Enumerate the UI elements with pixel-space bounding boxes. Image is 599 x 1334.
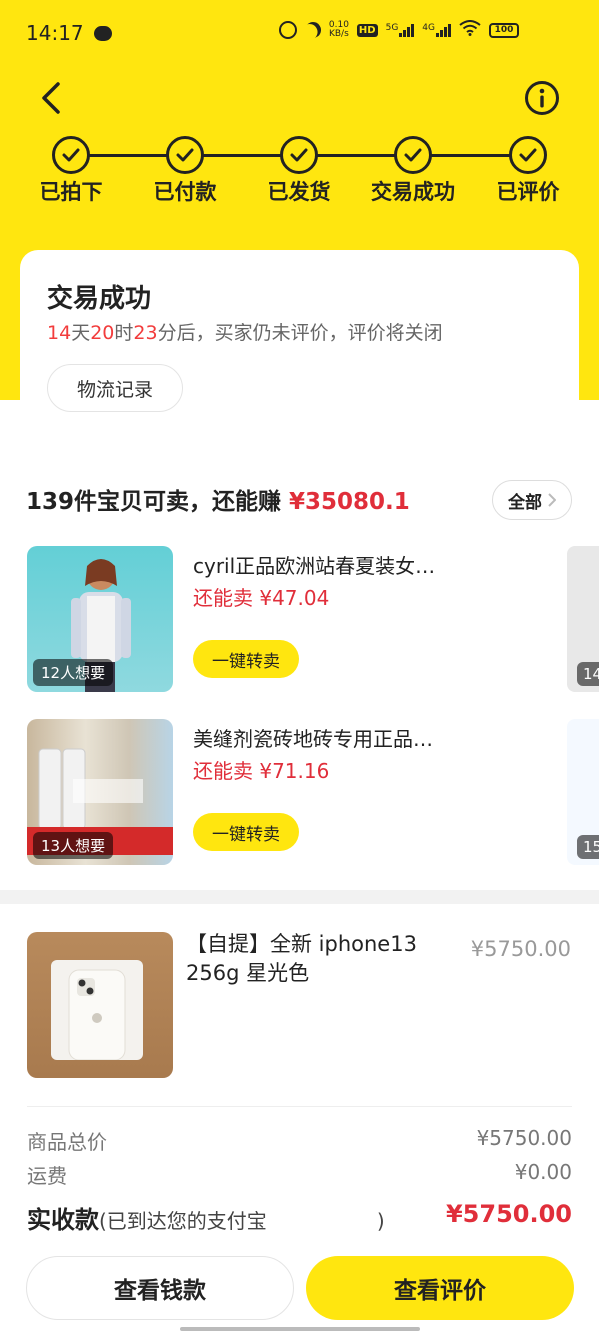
item-resell-price: 还能卖 ¥71.16: [193, 759, 330, 783]
alarm-icon: [278, 21, 297, 39]
product-image[interactable]: 13人想要: [27, 719, 173, 865]
step-label: 交易成功: [371, 180, 455, 204]
info-icon[interactable]: [524, 80, 560, 116]
wifi-icon: [459, 20, 481, 40]
net-speed-value: 0.10 KB/s: [328, 20, 349, 39]
view-money-button[interactable]: 查看钱款: [26, 1256, 294, 1320]
all-button[interactable]: 全部: [492, 480, 572, 520]
step-bid: 已拍下: [16, 136, 126, 206]
resale-title: 139件宝贝可卖，还能赚 ¥35080.1: [26, 482, 410, 516]
product-image[interactable]: 12人想要: [27, 546, 173, 692]
total-note: (已到达您的支付宝: [99, 1209, 267, 1233]
home-indicator[interactable]: [180, 1327, 420, 1331]
back-arrow-icon[interactable]: [34, 78, 74, 118]
step-label: 已发货: [267, 180, 331, 204]
status-icons: 0.10 KB/s HD 5G 4G 100: [278, 19, 519, 41]
countdown-days: 14: [47, 322, 72, 344]
resale-item[interactable]: 13人想要 美缝剂瓷砖地砖专用正品… 还能卖 ¥71.16 一键转卖: [27, 719, 599, 867]
check-icon: [394, 136, 432, 174]
subtotal-label: 商品总价: [27, 1130, 107, 1154]
subtotal-row: 商品总价 ¥5750.00: [27, 1126, 572, 1155]
subtotal-value: ¥5750.00: [476, 1126, 572, 1150]
want-badge: 13人想要: [33, 832, 114, 859]
divider: [27, 1106, 572, 1107]
item-resell-price: 还能卖 ¥47.04: [193, 586, 330, 610]
resale-item[interactable]: 12人想要 cyril正品欧洲站春夏装女… 还能卖 ¥47.04 一键转卖: [27, 546, 599, 694]
countdown-hours-unit: 时: [114, 322, 134, 344]
battery-icon: 100: [489, 22, 519, 38]
signal-4g-label: 4G: [422, 23, 435, 33]
section-separator: [0, 890, 599, 904]
resale-amount: ¥35080.1: [289, 489, 410, 515]
total-row: 实收款(已到达您的支付宝) ¥5750.00: [27, 1200, 572, 1235]
shipping-row: 运费 ¥0.00: [27, 1160, 572, 1189]
net-speed: 0.10 KB/s: [329, 21, 349, 39]
signal-5g-label: 5G: [385, 23, 399, 33]
countdown-message: 分后，买家仍未评价，评价将关闭: [157, 322, 443, 344]
order-product-image[interactable]: [27, 932, 173, 1078]
review-countdown: 14天20时23分后，买家仍未评价，评价将关闭: [47, 318, 443, 345]
chevron-right-icon: [548, 493, 556, 507]
shipping-label: 运费: [27, 1164, 67, 1188]
check-icon: [52, 136, 90, 174]
resale-title-text: 139件宝贝可卖，还能赚: [26, 489, 282, 515]
next-item-peek[interactable]: 15: [567, 719, 599, 865]
step-paid: 已付款: [130, 136, 240, 206]
one-click-resell-button[interactable]: 一键转卖: [193, 813, 299, 851]
step-shipped: 已发货: [244, 136, 354, 206]
peek-badge: 14: [577, 662, 599, 686]
countdown-days-unit: 天: [71, 322, 91, 344]
do-not-disturb-icon: [302, 19, 324, 41]
step-reviewed: 已评价: [473, 136, 583, 206]
total-label: 实收款: [27, 1206, 99, 1234]
step-success: 交易成功: [358, 136, 468, 206]
check-icon: [166, 136, 204, 174]
step-label: 已拍下: [39, 180, 103, 204]
phone-box: [51, 960, 143, 1061]
total-note-end: ): [376, 1209, 385, 1233]
next-item-peek[interactable]: 14: [567, 546, 599, 692]
signal-5g-icon: 5G: [386, 23, 415, 37]
hd-badge: HD: [356, 23, 378, 37]
view-review-button[interactable]: 查看评价: [306, 1256, 574, 1320]
countdown-hours: 20: [90, 322, 115, 344]
one-click-resell-button[interactable]: 一键转卖: [193, 640, 299, 678]
all-button-label: 全部: [508, 492, 542, 513]
item-name[interactable]: cyril正品欧洲站春夏装女…: [193, 550, 435, 579]
countdown-minutes: 23: [133, 322, 158, 344]
order-progress: 已拍下 已付款 已发货 交易成功 已评价: [0, 130, 599, 210]
step-label: 已评价: [496, 180, 560, 204]
total-value: ¥5750.00: [445, 1200, 572, 1228]
check-icon: [509, 136, 547, 174]
order-product-price: ¥5750.00: [470, 937, 571, 961]
want-badge: 12人想要: [33, 659, 114, 686]
item-name[interactable]: 美缝剂瓷砖地砖专用正品…: [193, 723, 433, 752]
order-product-name[interactable]: 【自提】全新 iphone13 256g 星光色: [186, 930, 446, 988]
status-time: 14:17: [26, 21, 84, 45]
logistics-button[interactable]: 物流记录: [47, 364, 183, 412]
peek-badge: 15: [577, 835, 599, 859]
shipping-value: ¥0.00: [514, 1160, 572, 1184]
step-label: 已付款: [153, 180, 217, 204]
phone-illustration: [68, 969, 126, 1061]
message-icon: [93, 25, 112, 41]
signal-4g-icon: 4G: [422, 23, 451, 37]
check-icon: [280, 136, 318, 174]
order-status-card: 交易成功 14天20时23分后，买家仍未评价，评价将关闭 物流记录: [20, 250, 579, 440]
order-status-title: 交易成功: [47, 284, 152, 314]
